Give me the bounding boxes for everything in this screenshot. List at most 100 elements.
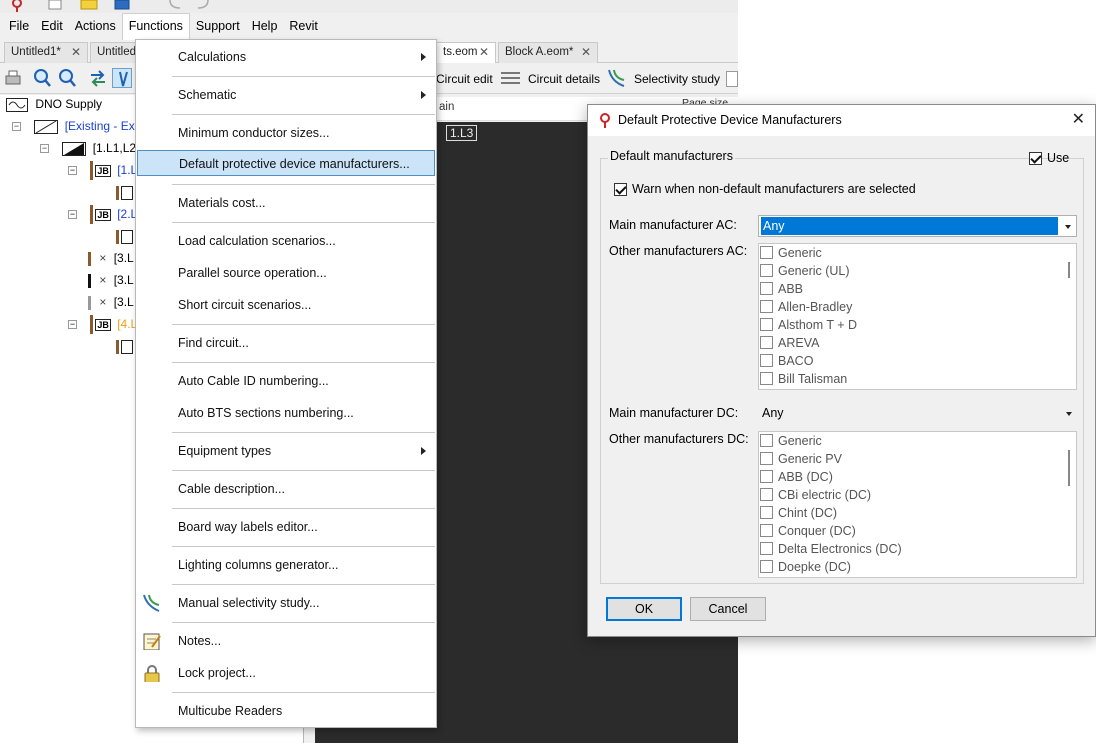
menu-item-find-circuit[interactable]: Find circuit... xyxy=(136,330,436,356)
close-icon[interactable]: ✕ xyxy=(581,43,591,62)
list-item[interactable]: Alsthom T + D xyxy=(759,316,857,334)
checkbox[interactable] xyxy=(760,434,773,447)
menu-item-board-way-labels[interactable]: Board way labels editor... xyxy=(136,514,436,540)
menu-item-multicube-readers[interactable]: Multicube Readers xyxy=(136,698,436,724)
checkbox[interactable] xyxy=(760,488,773,501)
checkbox[interactable] xyxy=(760,372,773,385)
selectivity-study-button[interactable]: Selectivity study xyxy=(634,69,720,89)
tree-row-existing[interactable]: − [Existing - Exc xyxy=(12,117,141,137)
checkbox[interactable] xyxy=(760,560,773,573)
doc-tab-block-a[interactable]: Block A.eom* ✕ xyxy=(498,42,598,63)
list-item[interactable]: Doepke (DC) xyxy=(759,558,851,576)
menu-item-equipment-types[interactable]: Equipment types xyxy=(136,438,436,464)
collapse-icon[interactable]: − xyxy=(68,166,77,176)
open-file-icon[interactable] xyxy=(80,0,98,10)
tree-row-child[interactable] xyxy=(116,227,133,247)
doc-tab-ts[interactable]: ts.eom ✕ xyxy=(436,42,496,63)
menu-item-manual-selectivity[interactable]: Manual selectivity study... xyxy=(136,590,436,616)
select-tool-icon[interactable] xyxy=(112,68,132,88)
warn-checkbox[interactable] xyxy=(614,183,627,196)
menu-revit[interactable]: Revit xyxy=(283,13,323,39)
checkbox[interactable] xyxy=(760,524,773,537)
checkbox[interactable] xyxy=(760,282,773,295)
list-item[interactable]: Allen-Bradley xyxy=(759,298,852,316)
list-item[interactable]: Delta Electronics (DC) xyxy=(759,540,902,558)
tree-row-child[interactable]: × [3.L xyxy=(88,293,134,313)
checkbox[interactable] xyxy=(760,246,773,259)
menu-item-default-manufacturers[interactable]: Default protective device manufacturers.… xyxy=(137,150,435,176)
menu-item-min-conductor[interactable]: Minimum conductor sizes... xyxy=(136,120,436,146)
redo-icon[interactable] xyxy=(196,0,210,10)
close-icon[interactable]: ✕ xyxy=(71,43,81,62)
doc-tab-untitled1[interactable]: Untitled1* ✕ xyxy=(4,42,88,63)
dialog-titlebar[interactable]: Default Protective Device Manufacturers … xyxy=(588,105,1095,136)
transfer-icon[interactable] xyxy=(88,68,108,88)
use-checkbox[interactable] xyxy=(1029,152,1042,165)
other-dc-list[interactable]: Generic Generic PV ABB (DC) CBi electric… xyxy=(758,431,1077,578)
list-item[interactable]: Generic xyxy=(759,432,822,450)
checkbox[interactable] xyxy=(760,506,773,519)
new-file-icon[interactable] xyxy=(48,0,62,10)
list-item[interactable]: Conquer (DC) xyxy=(759,522,856,540)
menu-item-cable-description[interactable]: Cable description... xyxy=(136,476,436,502)
list-item[interactable]: CBi electric (DC) xyxy=(759,486,871,504)
cancel-button[interactable]: Cancel xyxy=(690,597,766,621)
menu-item-load-scenarios[interactable]: Load calculation scenarios... xyxy=(136,228,436,254)
menu-item-schematic[interactable]: Schematic xyxy=(136,82,436,108)
tree-row-child[interactable]: − JB [1.L xyxy=(68,161,137,181)
menu-edit[interactable]: Edit xyxy=(35,13,69,39)
tree-row-child[interactable] xyxy=(116,183,133,203)
menu-item-materials-cost[interactable]: Materials cost... xyxy=(136,190,436,216)
ok-button[interactable]: OK xyxy=(606,597,682,621)
collapse-icon[interactable]: − xyxy=(68,210,77,220)
list-item[interactable]: Generic (UL) xyxy=(759,262,850,280)
checkbox[interactable] xyxy=(760,336,773,349)
toolbar-overflow-button[interactable] xyxy=(726,71,738,87)
menu-file[interactable]: File xyxy=(3,13,35,39)
undo-icon[interactable] xyxy=(168,0,182,10)
checkbox[interactable] xyxy=(760,542,773,555)
canvas-circuit-label[interactable]: 1.L3 xyxy=(446,125,478,141)
menu-item-parallel-source[interactable]: Parallel source operation... xyxy=(136,260,436,286)
menu-item-auto-cable-id[interactable]: Auto Cable ID numbering... xyxy=(136,368,436,394)
tree-row-node[interactable]: − [1.L1,L2 xyxy=(40,139,136,159)
menu-item-lighting-columns[interactable]: Lighting columns generator... xyxy=(136,552,436,578)
checkbox[interactable] xyxy=(760,452,773,465)
scrollbar-thumb[interactable] xyxy=(1068,262,1070,278)
menu-functions[interactable]: Functions xyxy=(121,13,190,40)
list-item[interactable]: Generic PV xyxy=(759,450,842,468)
menu-support[interactable]: Support xyxy=(190,13,246,39)
menu-item-lock-project[interactable]: Lock project... xyxy=(136,660,436,686)
menu-item-auto-bts[interactable]: Auto BTS sections numbering... xyxy=(136,400,436,426)
checkbox[interactable] xyxy=(760,264,773,277)
tree-row-child[interactable]: − JB [4.L xyxy=(68,315,137,335)
tree-row-dno-supply[interactable]: DNO Supply xyxy=(6,95,102,115)
circuit-edit-button[interactable]: Circuit edit xyxy=(436,69,493,89)
close-icon[interactable]: ✕ xyxy=(479,43,489,62)
scrollbar-thumb[interactable] xyxy=(1068,450,1070,486)
list-item[interactable]: ABB (DC) xyxy=(759,468,833,486)
tree-row-child[interactable]: × [3.L xyxy=(88,249,134,269)
list-item[interactable]: Generic xyxy=(759,244,822,262)
tree-row-child[interactable]: − JB [2.L xyxy=(68,205,137,225)
list-item[interactable]: AREVA xyxy=(759,334,819,352)
print-icon[interactable] xyxy=(3,68,23,88)
checkbox[interactable] xyxy=(760,354,773,367)
menu-item-notes[interactable]: Notes... xyxy=(136,628,436,654)
main-ac-select[interactable]: Any xyxy=(758,215,1077,237)
list-item[interactable]: BACO xyxy=(759,352,813,370)
close-icon[interactable]: ✕ xyxy=(1072,111,1085,129)
menu-item-calculations[interactable]: Calculations xyxy=(136,44,436,70)
checkbox[interactable] xyxy=(760,300,773,313)
main-dc-select[interactable]: Any xyxy=(758,403,1077,425)
list-item[interactable]: Bill Talisman xyxy=(759,370,847,388)
menu-actions[interactable]: Actions xyxy=(69,13,122,39)
checkbox[interactable] xyxy=(760,318,773,331)
other-ac-list[interactable]: Generic Generic (UL) ABB Allen-Bradley A… xyxy=(758,243,1077,390)
save-icon[interactable] xyxy=(114,0,130,10)
collapse-icon[interactable]: − xyxy=(12,122,21,132)
collapse-icon[interactable]: − xyxy=(40,144,49,154)
list-item[interactable]: ABB xyxy=(759,280,803,298)
checkbox[interactable] xyxy=(760,470,773,483)
zoom-in-icon[interactable] xyxy=(32,68,52,88)
